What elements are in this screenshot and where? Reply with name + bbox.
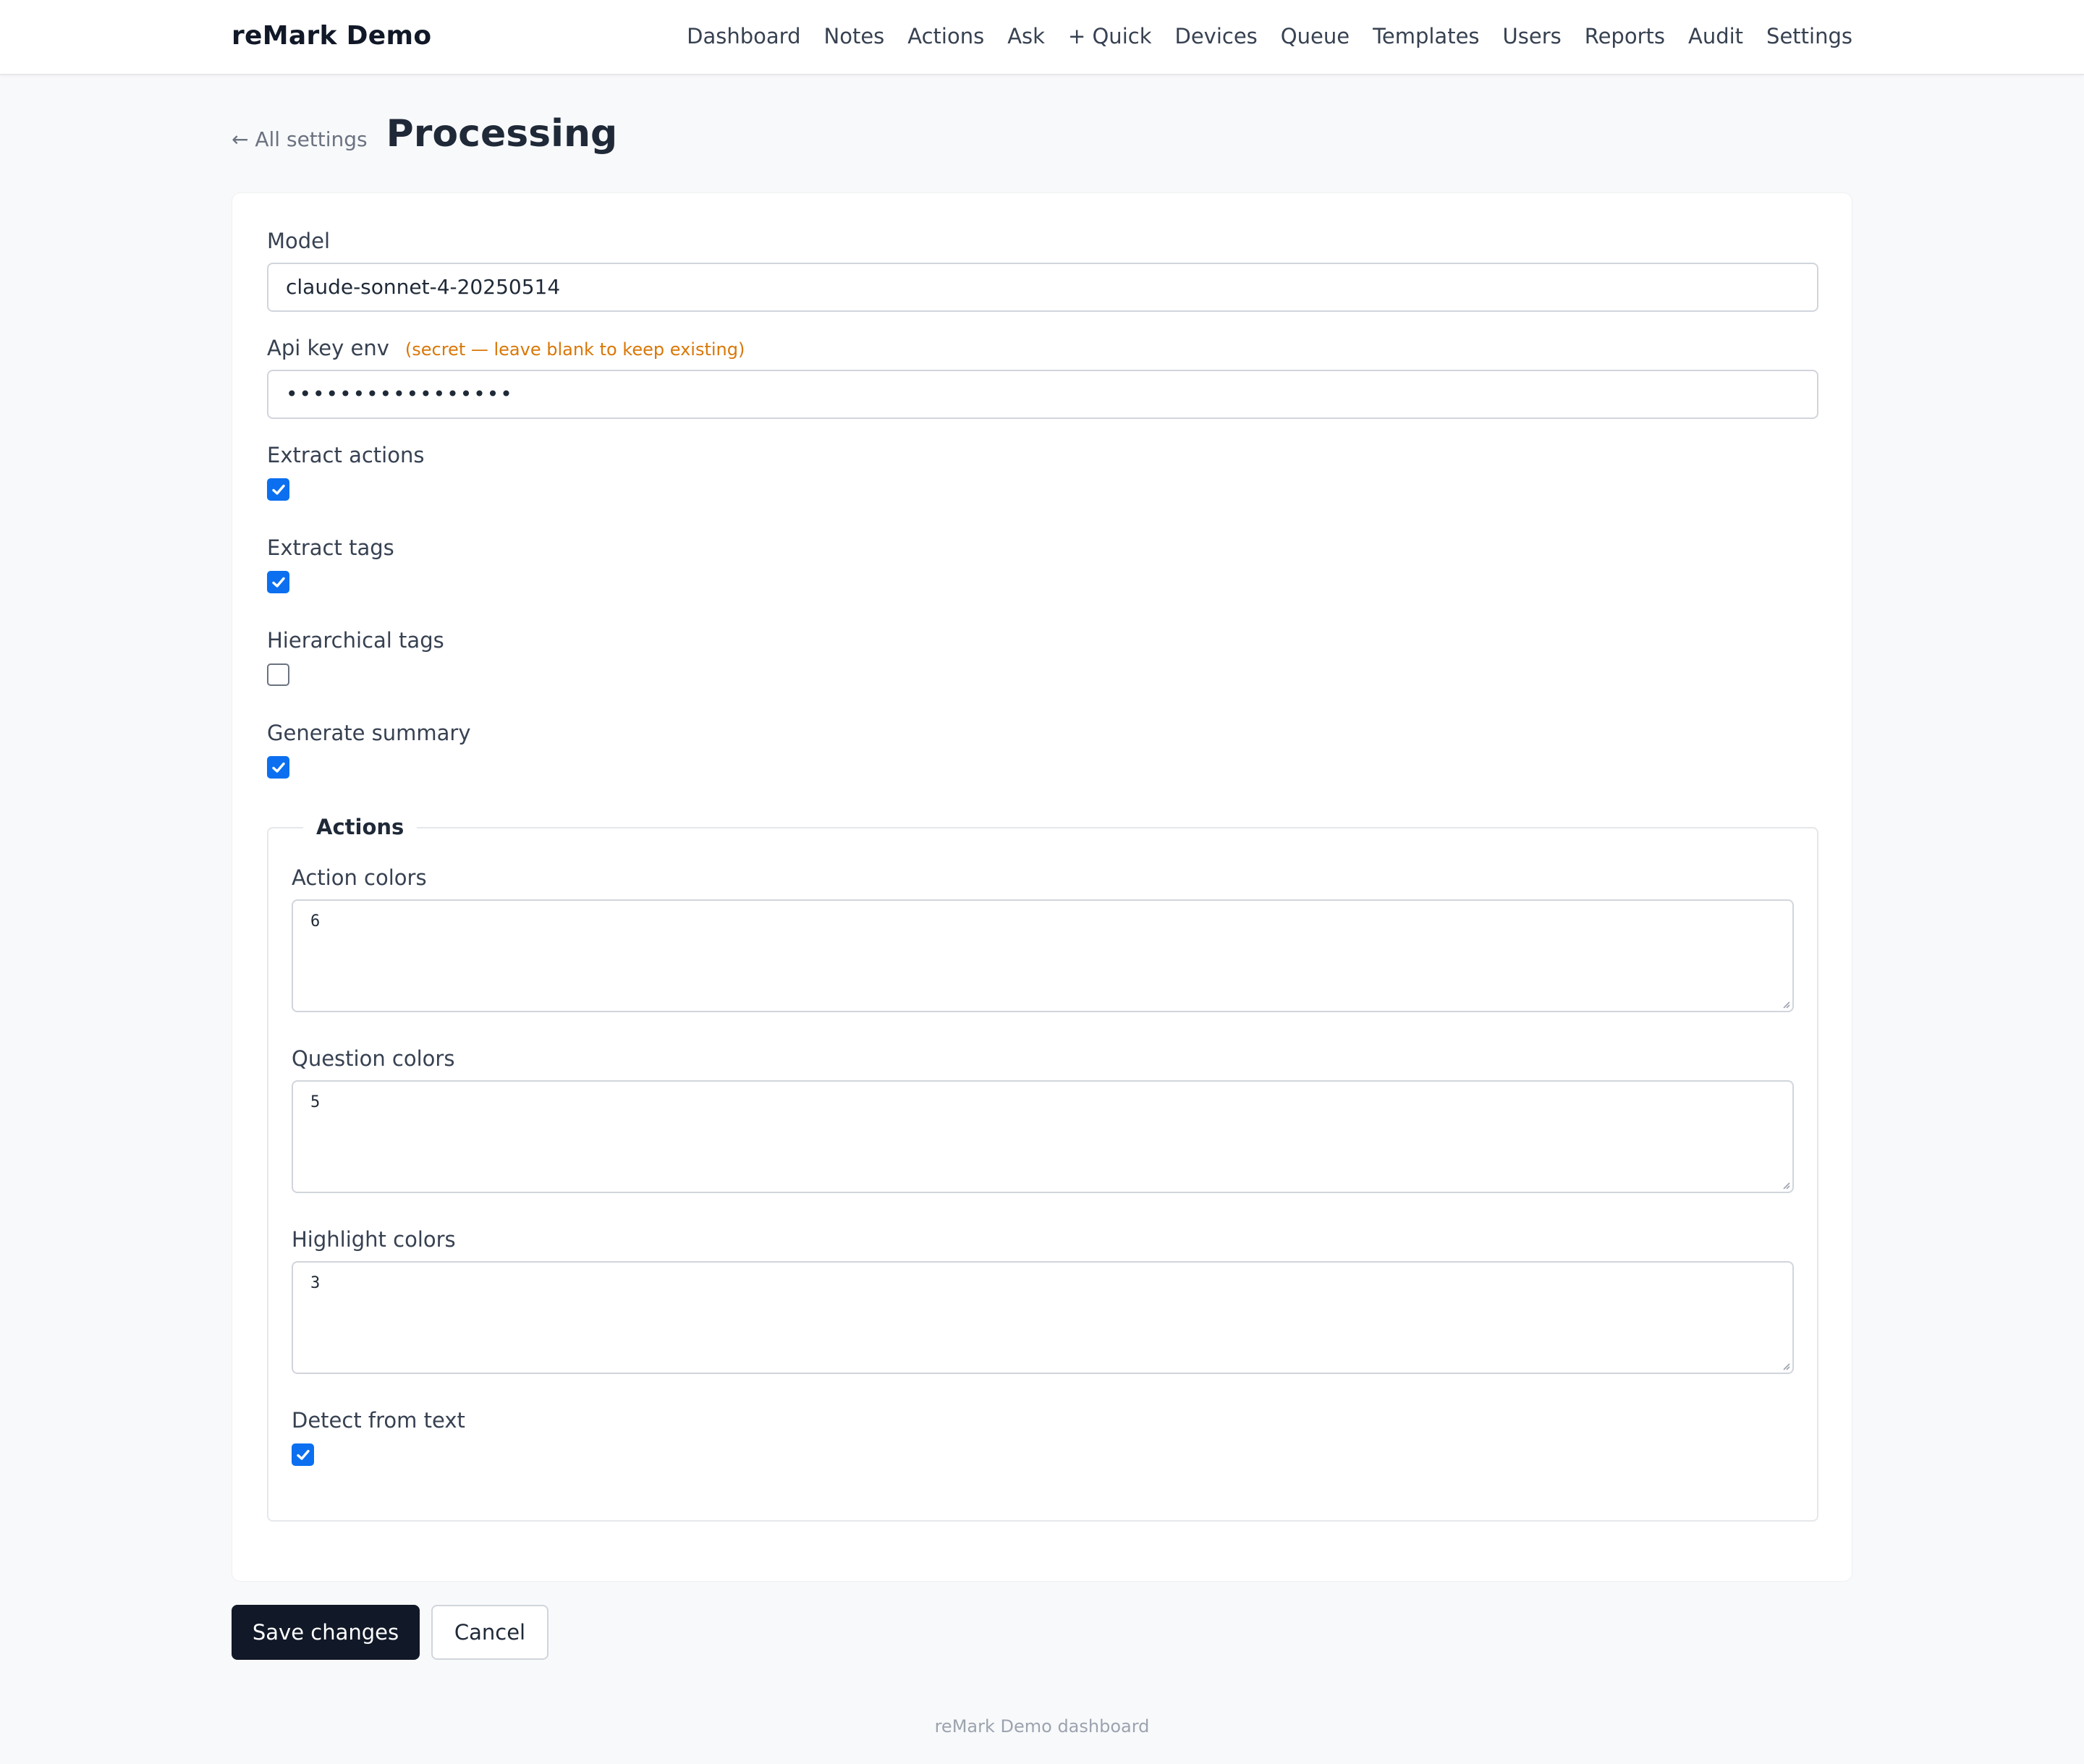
generate-summary-label: Generate summary xyxy=(267,721,471,745)
back-to-settings-link[interactable]: ← All settings xyxy=(232,127,368,151)
save-changes-button[interactable]: Save changes xyxy=(232,1605,420,1660)
question-colors-textarea[interactable]: 5 xyxy=(292,1080,1794,1193)
generate-summary-checkbox[interactable] xyxy=(267,756,289,779)
checkmark-icon xyxy=(272,484,285,495)
resize-grip-icon[interactable] xyxy=(1779,1179,1791,1190)
highlight-colors-textarea[interactable]: 3 xyxy=(292,1261,1794,1374)
actions-legend: Actions xyxy=(303,811,418,843)
api-key-env-label: Api key env xyxy=(267,336,389,360)
footer-text: reMark Demo dashboard xyxy=(934,1716,1150,1737)
checkmark-icon xyxy=(297,1449,310,1460)
top-navbar: reMark Demo Dashboard Notes Actions Ask … xyxy=(0,0,2084,75)
action-colors-textarea[interactable]: 6 xyxy=(292,899,1794,1012)
resize-grip-icon[interactable] xyxy=(1779,998,1791,1009)
nav-queue[interactable]: Queue xyxy=(1281,22,1350,51)
api-key-env-label-row: Api key env (secret — leave blank to keep… xyxy=(267,334,745,364)
resize-grip-icon[interactable] xyxy=(1779,1360,1791,1371)
extract-tags-label: Extract tags xyxy=(267,535,394,560)
page-title: Processing xyxy=(386,112,618,156)
detect-from-text-label: Detect from text xyxy=(292,1408,465,1433)
hierarchical-tags-checkbox[interactable] xyxy=(267,663,289,686)
settings-form-card: Model claude-sonnet-4-20250514 Api key e… xyxy=(232,192,1852,1582)
nav-settings[interactable]: Settings xyxy=(1766,22,1852,51)
actions-fieldset: Actions Action colors 6 Question colors … xyxy=(267,811,1818,1522)
secret-hint: (secret — leave blank to keep existing) xyxy=(404,339,745,360)
action-colors-label: Action colors xyxy=(292,865,427,890)
brand-logo-text[interactable]: reMark Demo xyxy=(232,20,431,52)
main-nav: Dashboard Notes Actions Ask + Quick Devi… xyxy=(687,22,1852,51)
nav-quick[interactable]: + Quick xyxy=(1068,22,1152,51)
question-colors-label: Question colors xyxy=(292,1046,455,1071)
nav-devices[interactable]: Devices xyxy=(1175,22,1258,51)
model-input[interactable]: claude-sonnet-4-20250514 xyxy=(267,263,1818,312)
nav-audit[interactable]: Audit xyxy=(1688,22,1743,51)
highlight-colors-label: Highlight colors xyxy=(292,1227,456,1252)
extract-tags-checkbox[interactable] xyxy=(267,571,289,593)
checkmark-icon xyxy=(272,762,285,773)
model-label: Model xyxy=(267,229,331,253)
page-header: ← All settings Processing xyxy=(232,109,617,159)
question-colors-value: 5 xyxy=(310,1093,321,1111)
nav-dashboard[interactable]: Dashboard xyxy=(687,22,800,51)
nav-notes[interactable]: Notes xyxy=(824,22,885,51)
detect-from-text-checkbox[interactable] xyxy=(292,1443,314,1466)
api-key-env-input[interactable]: ••••••••••••••••• xyxy=(267,370,1818,419)
cancel-button[interactable]: Cancel xyxy=(431,1605,548,1660)
highlight-colors-value: 3 xyxy=(310,1274,321,1292)
nav-actions[interactable]: Actions xyxy=(907,22,984,51)
extract-actions-label: Extract actions xyxy=(267,443,425,467)
action-colors-value: 6 xyxy=(310,912,321,930)
checkmark-icon xyxy=(272,577,285,588)
nav-templates[interactable]: Templates xyxy=(1373,22,1479,51)
nav-users[interactable]: Users xyxy=(1503,22,1562,51)
hierarchical-tags-label: Hierarchical tags xyxy=(267,628,444,653)
extract-actions-checkbox[interactable] xyxy=(267,478,289,501)
nav-ask[interactable]: Ask xyxy=(1007,22,1045,51)
nav-reports[interactable]: Reports xyxy=(1585,22,1665,51)
